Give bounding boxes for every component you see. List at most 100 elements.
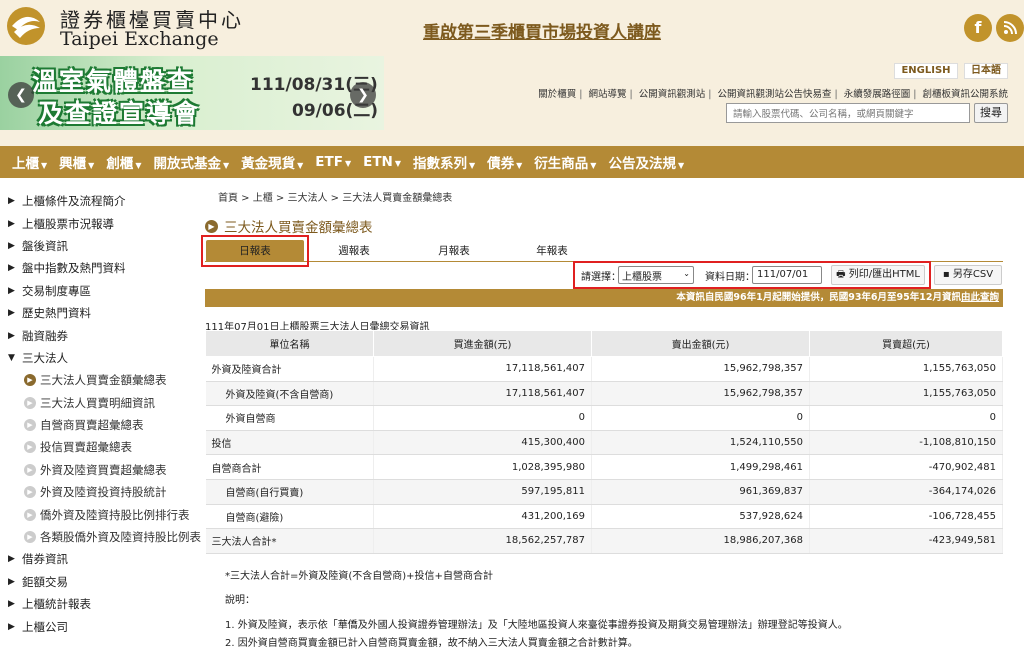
sidebar-item[interactable]: ▶ 交易制度專區 xyxy=(0,280,200,302)
main-nav: 上櫃 ▼ 興櫃 ▼ 創櫃 ▼ 開放式基金 ▼ 黃金現貨 ▼ ETF ▼ ETN ▼ 指數系列 ▼… xyxy=(0,146,1024,178)
save-csv-button[interactable]: ▪ 另存CSV xyxy=(934,265,1002,285)
sidebar-item[interactable]: ▶ 盤後資訊 xyxy=(0,235,200,257)
nav-item-gisa[interactable]: 創櫃 ▼ xyxy=(106,152,141,172)
sidebar-sub-item[interactable]: ▶ 三大法人買賣明細資訊 xyxy=(0,392,200,414)
arrow-circle-icon: ▶ xyxy=(24,441,36,454)
column-header: 買賣超(元) xyxy=(809,330,1003,357)
table-row: 投信 415,300,400 1,524,110,550 -1,108,810,150 xyxy=(205,430,1003,456)
util-link-gisa[interactable]: 創櫃板資訊公開系統 xyxy=(922,89,1008,100)
arrow-circle-icon: ▶ xyxy=(24,463,36,476)
nav-item-regulations[interactable]: 公告及法規 ▼ xyxy=(608,152,684,172)
chevron-left-icon[interactable]: ❮ xyxy=(8,82,34,108)
table-row: 自營商合計 1,028,395,980 1,499,298,461 -470,902,… xyxy=(205,454,1003,480)
utility-links: 關於櫃買 | 網站導覽 | 公開資訊觀測站 | 公開資訊觀測站公告快易查 | 永續發展路… xyxy=(538,89,1008,100)
nav-item-etf[interactable]: ETF ▼ xyxy=(315,154,351,170)
triangle-right-icon: ▶ xyxy=(8,554,15,565)
chevron-right-icon[interactable]: ❯ xyxy=(350,82,376,108)
sidebar-sub-item[interactable]: ▶ 自營商買賣超彙總表 xyxy=(0,414,200,436)
triangle-right-icon: ▶ xyxy=(8,196,15,207)
nav-item-gold[interactable]: 黃金現貨 ▼ xyxy=(241,152,303,172)
save-icon: ▪ xyxy=(942,269,953,280)
sidebar-item[interactable]: ▶ 上櫃股票市況報導 xyxy=(0,212,200,234)
caret-down-icon: ▼ xyxy=(344,159,352,168)
search-input[interactable]: 請輸入股票代碼、公司名稱，或網頁關鍵字 xyxy=(726,103,970,123)
table-row: 三大法人合計* 18,562,257,787 18,986,207,368 -423,… xyxy=(205,528,1003,554)
caret-down-icon: ▼ xyxy=(677,161,685,170)
sidebar-sub-item[interactable]: ▶ 各類股僑外資及陸資持股比例表 xyxy=(0,526,201,548)
nav-item-bonds[interactable]: 債券 ▼ xyxy=(487,152,522,172)
japanese-link[interactable]: 日本語 xyxy=(964,63,1008,79)
triangle-down-icon: ▼ xyxy=(8,352,15,363)
column-header: 單位名稱 xyxy=(205,330,374,357)
triangle-right-icon: ▶ xyxy=(8,576,15,587)
sidebar-sub-item[interactable]: ▶ 外資及陸資投資持股統計 xyxy=(0,481,200,503)
sidebar-sub-item[interactable]: ▶ 僑外資及陸資持股比例排行表 xyxy=(0,503,200,525)
sidebar-item[interactable]: ▶ 盤中指數及熱門資料 xyxy=(0,257,200,279)
caret-down-icon: ▼ xyxy=(394,159,401,168)
english-link[interactable]: ENGLISH xyxy=(894,63,958,79)
sidebar-sub-item[interactable]: ▶ 投信買賣超彙總表 xyxy=(0,436,200,458)
promo-title-line2: 及查證宣導會 xyxy=(38,99,201,128)
investor-seminar-link[interactable]: 重啟第三季櫃買市場投資人講座 xyxy=(423,18,661,43)
tab-weekly[interactable]: 週報表 xyxy=(306,240,402,262)
sidebar-item[interactable]: ▶ 融資融券 xyxy=(0,324,200,346)
promo-banner[interactable]: 溫室氣體盤查 及查證宣導會 111/08/31(三) 09/06(二) ❮ ❯ xyxy=(0,56,384,130)
logo-english-name: Taipei Exchange xyxy=(60,28,219,50)
util-link-sustainability[interactable]: 永續發展路徑圖 xyxy=(844,89,911,100)
tab-monthly[interactable]: 月報表 xyxy=(406,240,502,262)
rss-icon[interactable] xyxy=(996,14,1024,42)
arrow-circle-icon: ▶ xyxy=(24,396,36,409)
nav-item-funds[interactable]: 開放式基金 ▼ xyxy=(153,152,229,172)
triangle-right-icon: ▶ xyxy=(8,308,15,319)
arrow-circle-icon: ▶ xyxy=(24,419,36,432)
sidebar-item-institutional[interactable]: ▼ 三大法人 xyxy=(0,347,200,369)
util-link-about[interactable]: 關於櫃買 xyxy=(538,89,576,100)
nav-item-etn[interactable]: ETN ▼ xyxy=(363,154,401,170)
sidebar-sub-item[interactable]: ▶ 外資及陸資買賣超彙總表 xyxy=(0,459,200,481)
info-bar: 本資訊自民國96年1月起開始提供，民國93年6月至95年12月資訊由此查詢 xyxy=(205,289,1003,307)
column-header: 賣出金額(元) xyxy=(591,330,810,357)
triangle-right-icon: ▶ xyxy=(8,263,15,274)
taipei-exchange-logo[interactable] xyxy=(6,6,46,46)
triangle-right-icon: ▶ xyxy=(8,621,15,632)
util-link-mops[interactable]: 公開資訊觀測站 xyxy=(639,89,706,100)
triangle-right-icon: ▶ xyxy=(8,599,15,610)
note-item: 1. 外資及陸資，表示依「華僑及外國人投資證券管理辦法」及「大陸地區投資人來臺從… xyxy=(225,620,848,631)
table-row: 外資及陸資合計 17,118,561,407 15,962,798,357 1,155… xyxy=(205,356,1003,382)
institutional-trades-table: 單位名稱 買進金額(元) 賣出金額(元) 買賣超(元) 外資及陸資合計 17,11… xyxy=(205,330,1003,554)
nav-item-otc[interactable]: 上櫃 ▼ xyxy=(12,152,47,172)
caret-down-icon: ▼ xyxy=(516,161,523,170)
nav-item-emerging[interactable]: 興櫃 ▼ xyxy=(59,152,94,172)
util-link-mops-quick[interactable]: 公開資訊觀測站公告快易查 xyxy=(717,89,831,100)
arrow-circle-icon: ▶ xyxy=(205,219,218,233)
highlight-box-filters xyxy=(573,261,931,289)
caret-down-icon: ▼ xyxy=(297,161,304,170)
caret-down-icon: ▼ xyxy=(88,161,95,170)
search-button[interactable]: 搜尋 xyxy=(974,103,1008,123)
history-query-link[interactable]: 由此查詢 xyxy=(961,292,999,303)
facebook-icon[interactable]: f xyxy=(964,14,992,42)
arrow-circle-icon: ▶ xyxy=(24,486,36,499)
caret-down-icon: ▼ xyxy=(590,161,597,170)
arrow-circle-icon: ▶ xyxy=(24,531,36,544)
table-footnote: *三大法人合計=外資及陸資(不含自營商)+投信+自營商合計 xyxy=(225,571,493,582)
sidebar-item[interactable]: ▶ 鉅額交易 xyxy=(0,571,200,593)
table-row: 自營商(自行買賣) 597,195,811 961,369,837 -364,174,… xyxy=(205,479,1003,505)
sidebar-item[interactable]: ▶ 上櫃統計報表 xyxy=(0,593,200,615)
nav-item-derivatives[interactable]: 衍生商品 ▼ xyxy=(534,152,596,172)
caret-down-icon: ▼ xyxy=(222,161,230,170)
tab-yearly[interactable]: 年報表 xyxy=(504,240,600,262)
breadcrumb[interactable]: 首頁 > 上櫃 > 三大法人 > 三大法人買賣金額彙總表 xyxy=(218,189,452,204)
sidebar-item[interactable]: ▶ 借券資訊 xyxy=(0,548,200,570)
sidebar-item[interactable]: ▶ 上櫃條件及流程簡介 xyxy=(0,190,200,212)
triangle-right-icon: ▶ xyxy=(8,285,15,296)
sidebar-item[interactable]: ▶ 歷史熱門資料 xyxy=(0,302,200,324)
arrow-circle-icon: ▶ xyxy=(24,508,36,521)
caret-down-icon: ▼ xyxy=(135,161,142,170)
sidebar-item[interactable]: ▶ 上櫃公司 xyxy=(0,615,200,637)
nav-item-index[interactable]: 指數系列 ▼ xyxy=(413,152,475,172)
util-link-sitemap[interactable]: 網站導覽 xyxy=(588,89,626,100)
page-title: ▶ 三大法人買賣金額彙總表 xyxy=(205,216,373,236)
triangle-right-icon: ▶ xyxy=(8,330,15,341)
sidebar-sub-item-active[interactable]: ▶ 三大法人買賣金額彙總表 xyxy=(0,369,200,391)
